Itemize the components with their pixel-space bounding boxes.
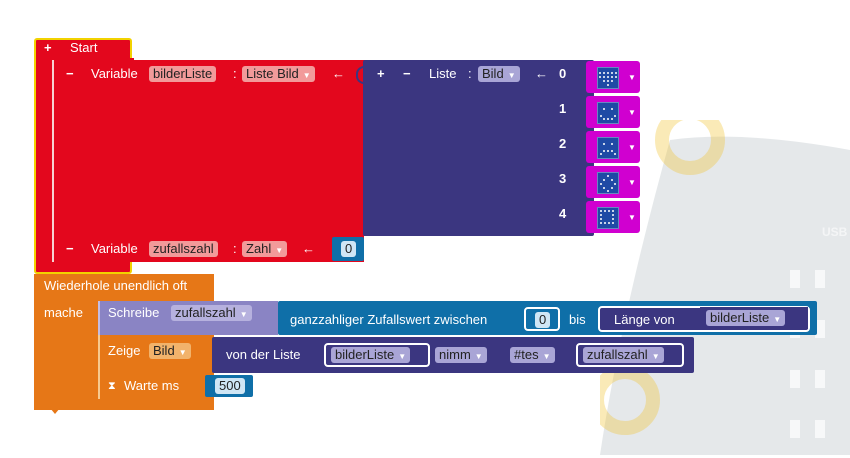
variable-type-dropdown-2[interactable]: Zahl ▼ [242, 241, 288, 257]
random-to-label: bis [569, 312, 586, 327]
variable-name-field-2[interactable]: zufallszahl [149, 241, 218, 257]
random-from-field[interactable]: 0 [535, 312, 551, 328]
list-get-mode-label: nimm [439, 347, 471, 362]
random-label: ganzzahliger Zufallswert zwischen [290, 312, 488, 327]
list-get-position-dropdown[interactable]: #tes ▼ [510, 347, 555, 363]
heart-icon[interactable] [597, 67, 619, 89]
hourglass-icon: ⧗ [108, 380, 116, 392]
assign-arrow-2: ← [302, 241, 315, 256]
wait-number-field[interactable]: 500 [215, 378, 245, 394]
list-index-2: 2 [559, 136, 567, 151]
image-dropdown-0[interactable]: ▼ [628, 73, 636, 82]
list-get-var-dropdown[interactable]: bilderListe ▼ [331, 347, 411, 363]
board-usb-label: USB [822, 225, 848, 239]
list-index-4: 4 [559, 206, 567, 221]
diamond-icon[interactable] [597, 172, 619, 194]
start-plus-icon[interactable]: + [44, 40, 52, 56]
smile-icon[interactable] [597, 102, 619, 124]
write-var-dropdown[interactable]: zufallszahl ▼ [171, 305, 252, 321]
list-colon: : [468, 66, 472, 81]
chevron-down-icon: ▼ [651, 352, 660, 361]
variable-colon: : [233, 66, 237, 81]
variable-bilderliste-block[interactable] [52, 60, 365, 236]
chevron-down-icon: ▼ [398, 352, 407, 361]
list-index-1: 1 [559, 101, 567, 116]
variable-colon-2: : [233, 241, 237, 256]
variable-type-label-2: Zahl [246, 241, 272, 256]
variable-type-dropdown[interactable]: Liste Bild ▼ [242, 66, 315, 82]
list-index-0: 0 [559, 66, 567, 81]
sad-icon[interactable] [597, 137, 619, 159]
length-var-label: bilderListe [710, 310, 770, 325]
length-var-dropdown[interactable]: bilderListe ▼ [706, 310, 786, 326]
list-minus-icon[interactable]: − [403, 66, 411, 82]
loop-do-label: mache [44, 305, 84, 320]
chevron-down-icon: ▼ [474, 352, 483, 361]
loop-label: Wiederhole unendlich oft [44, 278, 188, 293]
show-type-dropdown[interactable]: Bild ▼ [149, 343, 191, 359]
list-plus-icon[interactable]: + [377, 66, 385, 82]
loop-bottom-notch [50, 408, 60, 414]
show-label: Zeige [108, 343, 141, 358]
write-label: Schreibe [108, 305, 160, 320]
chevron-down-icon: ▼ [178, 348, 187, 357]
image-dropdown-2[interactable]: ▼ [628, 143, 636, 152]
chevron-down-icon: ▼ [302, 71, 311, 80]
list-get-var-label: bilderListe [335, 347, 395, 362]
loop-block-tail [34, 274, 100, 410]
chevron-down-icon: ▼ [773, 315, 782, 324]
list-type-label: Bild [482, 66, 504, 81]
chevron-down-icon: ▼ [507, 71, 516, 80]
show-type-label: Bild [153, 343, 175, 358]
list-get-label: von der Liste [226, 347, 301, 362]
variable-name-field[interactable]: bilderListe [149, 66, 217, 82]
square-icon[interactable] [597, 207, 619, 229]
variable-label: Variable [91, 66, 138, 81]
variable-minus-icon[interactable]: − [66, 66, 74, 82]
list-label: Liste [429, 66, 457, 81]
start-label: Start [70, 40, 98, 55]
image-dropdown-1[interactable]: ▼ [628, 108, 636, 117]
list-type-dropdown[interactable]: Bild ▼ [478, 66, 520, 82]
image-dropdown-3[interactable]: ▼ [628, 178, 636, 187]
chevron-down-icon: ▼ [239, 310, 248, 319]
variable-minus-icon-2[interactable]: − [66, 241, 74, 257]
variable-type-label: Liste Bild [246, 66, 299, 81]
write-var-label: zufallszahl [175, 305, 236, 320]
wait-label: Warte ms [124, 378, 180, 393]
list-get-index-label: zufallszahl [587, 347, 648, 362]
list-get-position-label: #tes [514, 347, 539, 362]
variable-label-2: Variable [91, 241, 138, 256]
list-input-notch [356, 66, 366, 84]
assign-arrow: ← [332, 66, 345, 81]
chevron-down-icon: ▼ [542, 352, 551, 361]
number-field-zufall[interactable]: 0 [341, 241, 357, 257]
list-assign-arrow: ← [535, 66, 548, 81]
list-get-mode-dropdown[interactable]: nimm ▼ [435, 347, 487, 363]
length-label: Länge von [614, 312, 675, 327]
list-get-index-dropdown[interactable]: zufallszahl ▼ [583, 347, 664, 363]
chevron-down-icon: ▼ [275, 246, 284, 255]
list-index-3: 3 [559, 171, 567, 186]
image-dropdown-4[interactable]: ▼ [628, 213, 636, 222]
